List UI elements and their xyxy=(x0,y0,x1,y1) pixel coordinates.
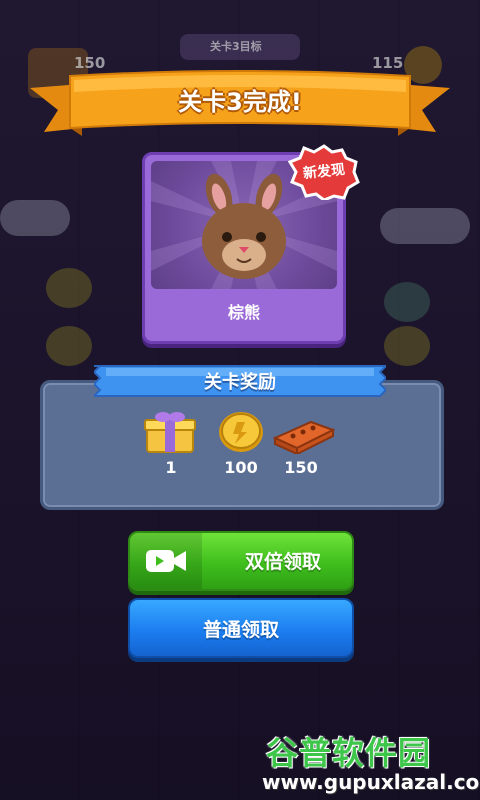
watermark-url: www.gupuxlazal.com xyxy=(262,770,480,794)
double-claim-label: 双倍领取 xyxy=(244,551,321,573)
board-tile-creature xyxy=(384,282,430,322)
level-complete-ribbon: 关卡3完成! xyxy=(30,70,450,136)
board-tile-creature xyxy=(384,326,430,366)
level-rewards-title: 关卡奖励 xyxy=(204,372,276,393)
level-rewards-header: 关卡奖励 xyxy=(94,362,386,398)
reward-item-gift: 1 xyxy=(141,410,201,480)
video-camera-icon xyxy=(146,550,186,572)
normal-claim-button[interactable]: 普通领取 xyxy=(128,598,354,658)
normal-claim-label: 普通领取 xyxy=(202,618,279,641)
brick-icon xyxy=(272,420,335,454)
board-tile-creature xyxy=(46,268,92,308)
board-goal-label: 关卡3目标 xyxy=(210,40,262,53)
character-name: 棕熊 xyxy=(227,303,260,322)
gift-icon xyxy=(144,412,196,453)
board-tile-creature xyxy=(46,326,92,366)
coin-icon xyxy=(219,412,263,452)
video-cell xyxy=(130,533,202,589)
new-discovery-badge: 新发现 xyxy=(287,144,360,202)
reward-item-coin: 100 xyxy=(211,410,271,480)
board-tile-cloud xyxy=(380,208,470,244)
reward-item-brick: 150 xyxy=(271,410,335,480)
double-claim-button[interactable]: 双倍领取 xyxy=(128,531,354,591)
reward-count-brick: 150 xyxy=(284,458,318,477)
board-tile-cloud xyxy=(0,200,70,236)
watermark-brand: 谷普软件园 xyxy=(266,734,432,772)
reward-count-coin: 100 xyxy=(224,458,258,477)
level-complete-title: 关卡3完成! xyxy=(178,88,302,116)
site-watermark: 谷普软件园 www.gupuxlazal.com xyxy=(262,728,480,798)
reward-count-gift: 1 xyxy=(165,458,177,477)
